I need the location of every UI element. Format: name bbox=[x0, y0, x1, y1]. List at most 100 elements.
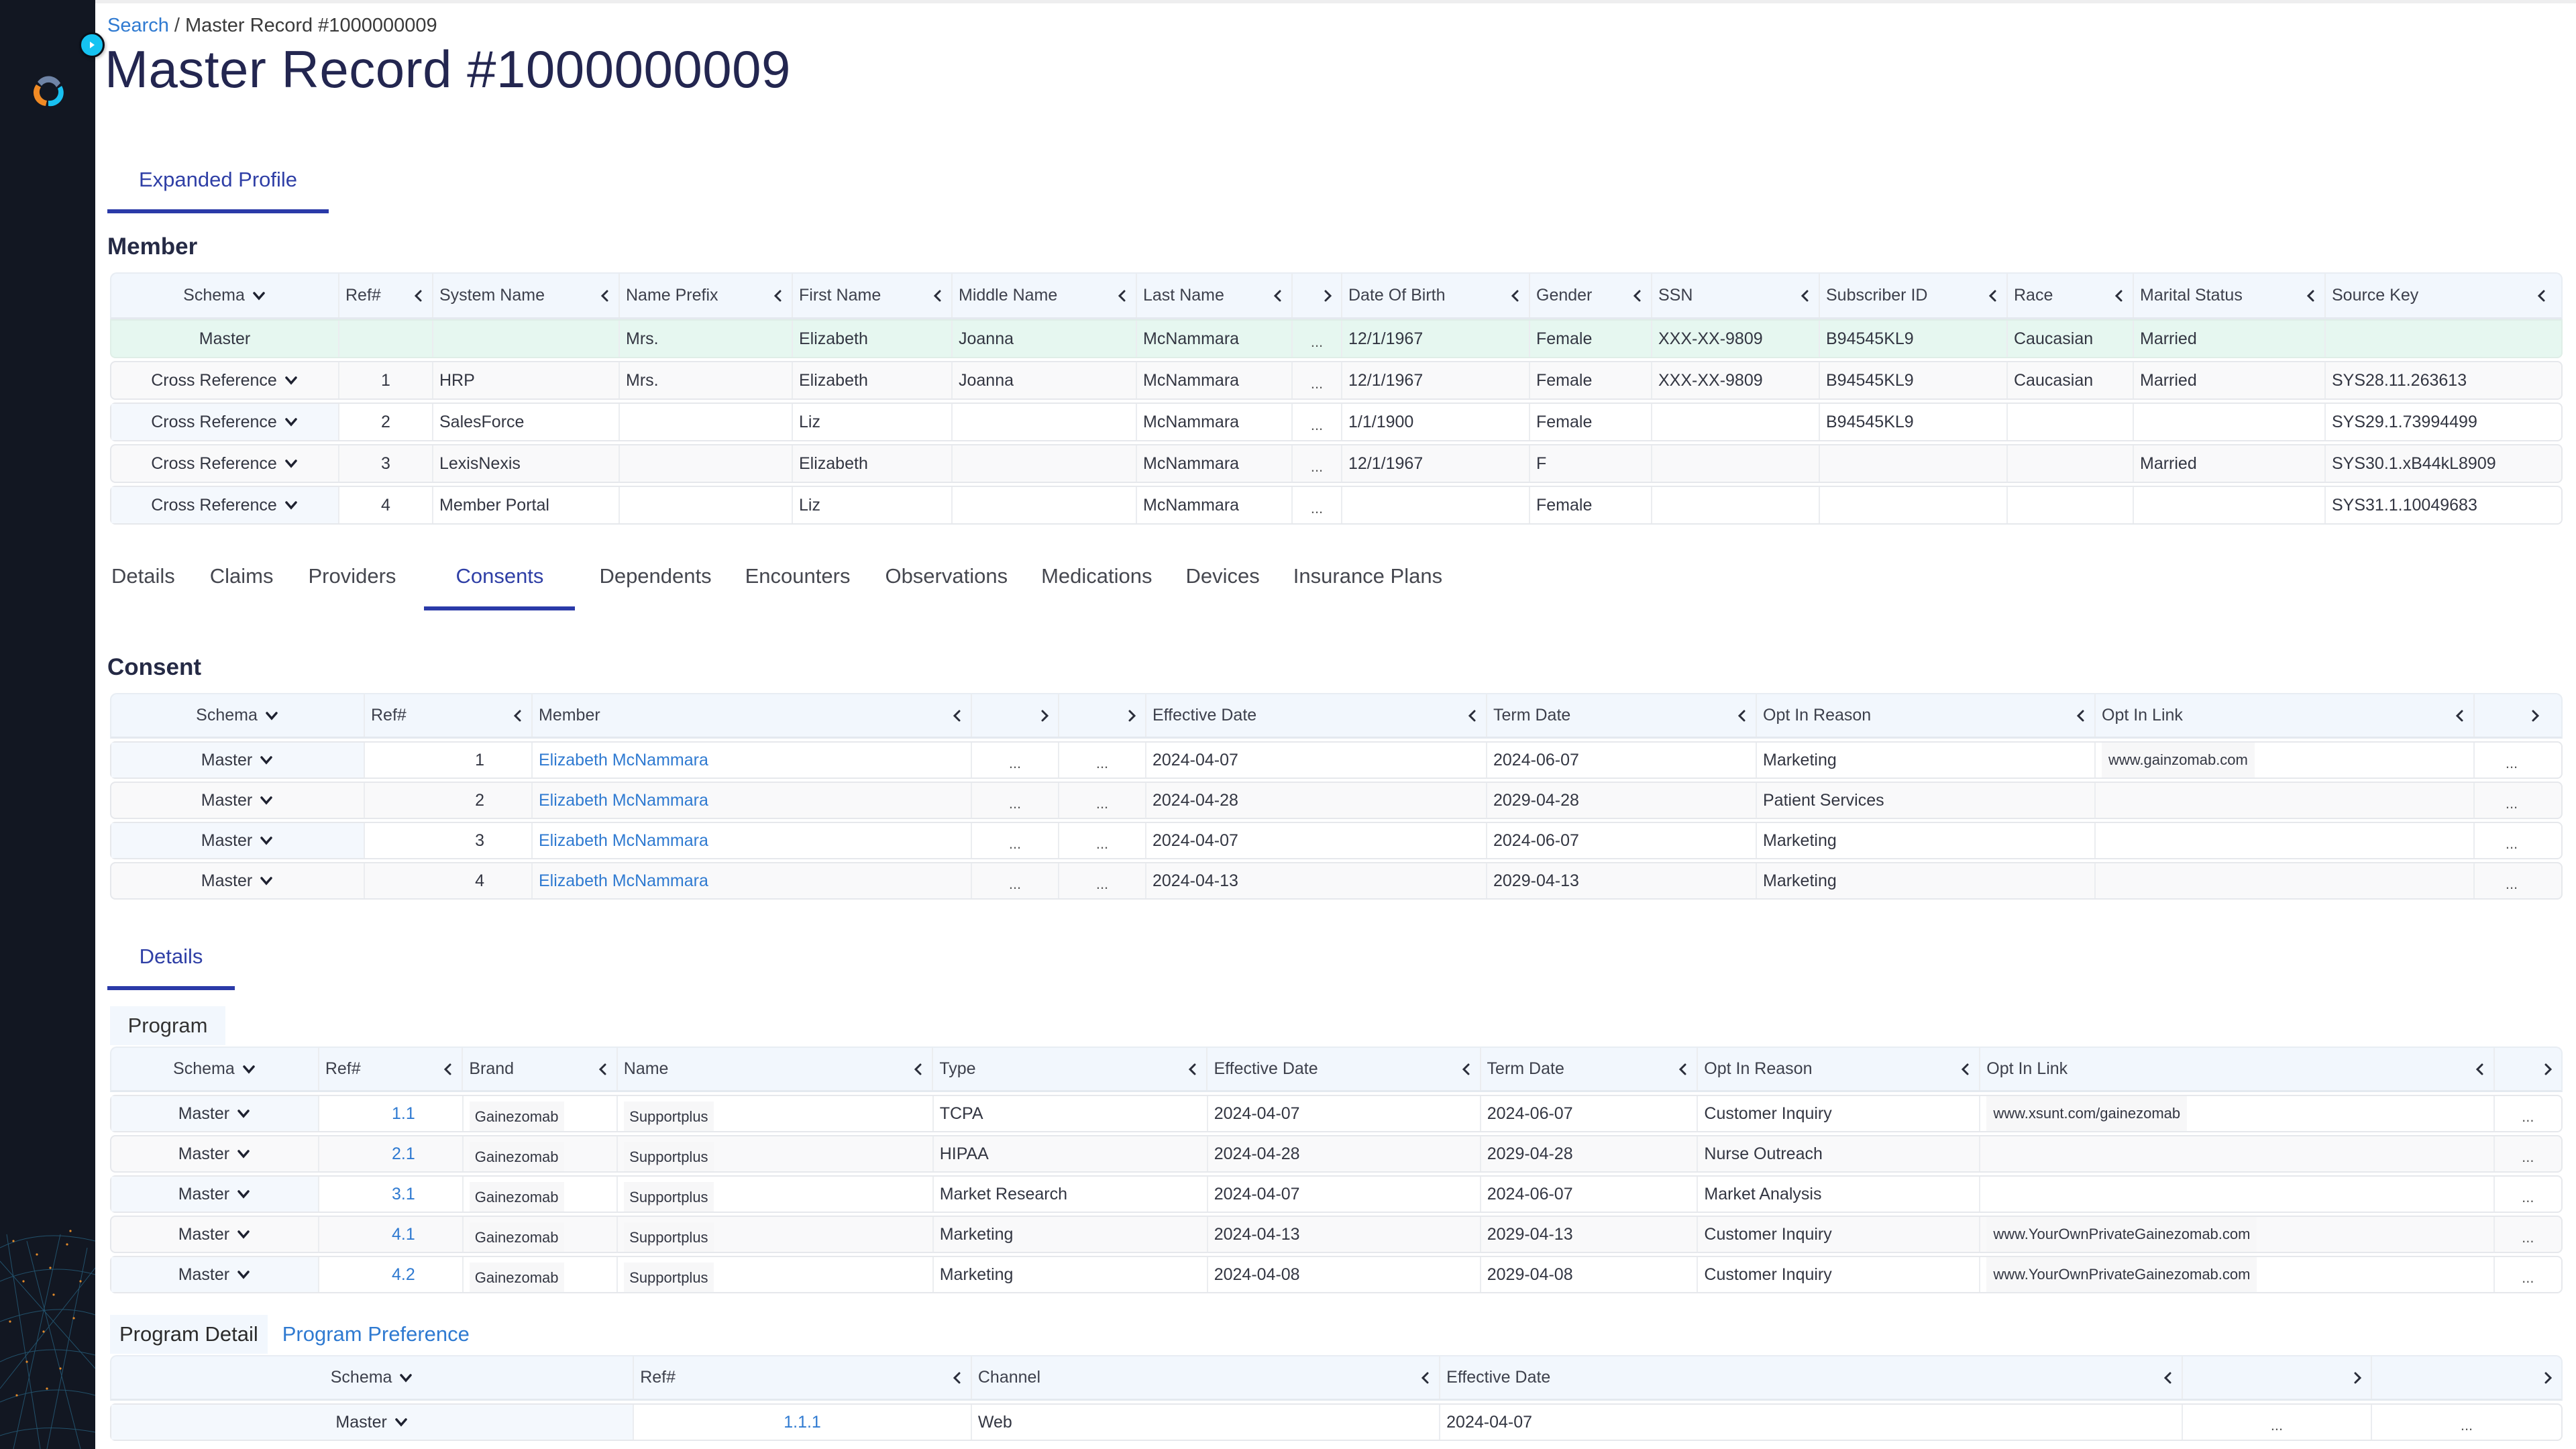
schema-dropdown[interactable]: Master bbox=[201, 751, 274, 770]
chevron-down-icon[interactable] bbox=[284, 498, 299, 513]
tab-medications[interactable]: Medications bbox=[1037, 549, 1156, 610]
tab-claims[interactable]: Claims bbox=[206, 549, 278, 610]
chevron-down-icon[interactable] bbox=[284, 373, 299, 388]
chevron-down-icon[interactable] bbox=[236, 1146, 251, 1161]
chevron-down-icon[interactable] bbox=[284, 456, 299, 471]
more-button[interactable]: ... bbox=[1009, 869, 1021, 893]
more-button[interactable]: ... bbox=[1009, 788, 1021, 812]
ref-link[interactable]: 4.1 bbox=[392, 1225, 415, 1244]
collapse-column-icon[interactable] bbox=[2534, 288, 2549, 303]
tab-program-preference[interactable]: Program Preference bbox=[268, 1315, 479, 1354]
member-link[interactable]: Elizabeth McNammara bbox=[539, 751, 708, 770]
schema-dropdown[interactable]: Master bbox=[335, 1413, 408, 1432]
ref-link[interactable]: 4.2 bbox=[392, 1265, 415, 1285]
chevron-down-icon[interactable] bbox=[236, 1106, 251, 1121]
chevron-down-icon[interactable] bbox=[259, 833, 274, 848]
more-button[interactable]: ... bbox=[2506, 788, 2518, 812]
collapse-column-icon[interactable] bbox=[2074, 708, 2088, 723]
tab-insurance-plans[interactable]: Insurance Plans bbox=[1289, 549, 1446, 610]
member-link[interactable]: Elizabeth McNammara bbox=[539, 791, 708, 810]
schema-dropdown[interactable]: Master bbox=[201, 831, 274, 851]
collapse-column-icon[interactable] bbox=[411, 288, 426, 303]
tab-providers[interactable]: Providers bbox=[305, 549, 400, 610]
ref-link[interactable]: 3.1 bbox=[392, 1185, 415, 1204]
schema-dropdown[interactable]: Cross Reference bbox=[151, 496, 299, 515]
opt-in-link[interactable]: www.YourOwnPrivateGainezomab.com bbox=[1986, 1257, 2257, 1292]
collapse-column-icon[interactable] bbox=[771, 288, 786, 303]
schema-dropdown[interactable]: Master bbox=[178, 1144, 251, 1164]
chevron-down-icon[interactable] bbox=[284, 415, 299, 429]
chevron-down-icon[interactable] bbox=[259, 753, 274, 767]
tab-details[interactable]: Details bbox=[107, 549, 179, 610]
tab-observations[interactable]: Observations bbox=[881, 549, 1012, 610]
collapse-column-icon[interactable] bbox=[1630, 288, 1645, 303]
chevron-down-icon[interactable] bbox=[259, 793, 274, 808]
collapse-column-icon[interactable] bbox=[1185, 1062, 1200, 1077]
collapse-column-icon[interactable] bbox=[2161, 1371, 2176, 1385]
schema-filter[interactable]: Schema bbox=[331, 1368, 414, 1387]
member-link[interactable]: Elizabeth McNammara bbox=[539, 871, 708, 891]
more-button[interactable]: ... bbox=[1096, 748, 1108, 772]
more-button[interactable]: ... bbox=[1096, 788, 1108, 812]
collapse-column-icon[interactable] bbox=[598, 288, 612, 303]
schema-dropdown[interactable]: Master bbox=[178, 1104, 251, 1124]
tab-consents[interactable]: Consents bbox=[424, 549, 576, 610]
expand-column-icon[interactable] bbox=[2528, 708, 2542, 723]
collapse-column-icon[interactable] bbox=[1271, 288, 1285, 303]
schema-dropdown[interactable]: Cross Reference bbox=[151, 413, 299, 432]
collapse-column-icon[interactable] bbox=[1958, 1062, 1973, 1077]
tab-program-detail[interactable]: Program Detail bbox=[110, 1315, 268, 1354]
more-button[interactable]: ... bbox=[1009, 748, 1021, 772]
chevron-down-icon[interactable] bbox=[236, 1187, 251, 1201]
more-button[interactable]: ... bbox=[2522, 1102, 2534, 1126]
collapse-column-icon[interactable] bbox=[1798, 288, 1813, 303]
collapse-column-icon[interactable] bbox=[596, 1062, 610, 1077]
collapse-column-icon[interactable] bbox=[1735, 708, 1750, 723]
more-button[interactable]: ... bbox=[1096, 828, 1108, 853]
more-button[interactable]: ... bbox=[1009, 828, 1021, 853]
schema-dropdown[interactable]: Cross Reference bbox=[151, 454, 299, 474]
tab-devices[interactable]: Devices bbox=[1182, 549, 1264, 610]
chevron-down-icon[interactable] bbox=[264, 708, 279, 723]
more-button[interactable]: ... bbox=[2271, 1410, 2283, 1434]
collapse-column-icon[interactable] bbox=[911, 1062, 926, 1077]
more-button[interactable]: ... bbox=[1096, 869, 1108, 893]
opt-in-link[interactable]: www.YourOwnPrivateGainezomab.com bbox=[1986, 1217, 2257, 1252]
more-button[interactable]: ... bbox=[1311, 493, 1323, 517]
collapse-column-icon[interactable] bbox=[511, 708, 525, 723]
chevron-down-icon[interactable] bbox=[398, 1371, 413, 1385]
schema-dropdown[interactable]: Master bbox=[178, 1265, 251, 1285]
more-button[interactable]: ... bbox=[2506, 748, 2518, 772]
collapse-column-icon[interactable] bbox=[1508, 288, 1523, 303]
collapse-column-icon[interactable] bbox=[1115, 288, 1130, 303]
chevron-down-icon[interactable] bbox=[241, 1062, 256, 1077]
collapse-column-icon[interactable] bbox=[1418, 1371, 1433, 1385]
collapse-column-icon[interactable] bbox=[930, 288, 945, 303]
chevron-down-icon[interactable] bbox=[252, 288, 266, 303]
collapse-column-icon[interactable] bbox=[950, 708, 965, 723]
opt-in-link[interactable]: www.xsunt.com/gainezomab bbox=[1986, 1096, 2188, 1131]
breadcrumb-search-link[interactable]: Search bbox=[107, 15, 169, 36]
more-button[interactable]: ... bbox=[1311, 327, 1323, 351]
more-button[interactable]: ... bbox=[2522, 1263, 2534, 1287]
more-button[interactable]: ... bbox=[2506, 828, 2518, 853]
collapse-column-icon[interactable] bbox=[1986, 288, 2000, 303]
expand-column-icon[interactable] bbox=[2540, 1371, 2555, 1385]
schema-dropdown[interactable]: Master bbox=[201, 791, 274, 810]
chevron-down-icon[interactable] bbox=[236, 1267, 251, 1282]
more-button[interactable]: ... bbox=[2506, 869, 2518, 893]
collapse-column-icon[interactable] bbox=[950, 1371, 965, 1385]
tab-expanded-profile[interactable]: Expanded Profile bbox=[107, 153, 329, 213]
opt-in-link[interactable]: www.gainzomab.com bbox=[2102, 743, 2255, 777]
collapse-column-icon[interactable] bbox=[1465, 708, 1480, 723]
collapse-column-icon[interactable] bbox=[2453, 708, 2467, 723]
ref-link[interactable]: 1.1.1 bbox=[784, 1413, 821, 1432]
expand-column-icon[interactable] bbox=[2350, 1371, 2365, 1385]
member-link[interactable]: Elizabeth McNammara bbox=[539, 831, 708, 851]
swirl-logo-icon[interactable] bbox=[30, 72, 67, 110]
expand-column-icon[interactable] bbox=[1124, 708, 1139, 723]
expand-column-icon[interactable] bbox=[1320, 288, 1335, 303]
schema-filter[interactable]: Schema bbox=[183, 286, 266, 305]
schema-filter[interactable]: Schema bbox=[173, 1059, 256, 1079]
collapse-column-icon[interactable] bbox=[2304, 288, 2318, 303]
